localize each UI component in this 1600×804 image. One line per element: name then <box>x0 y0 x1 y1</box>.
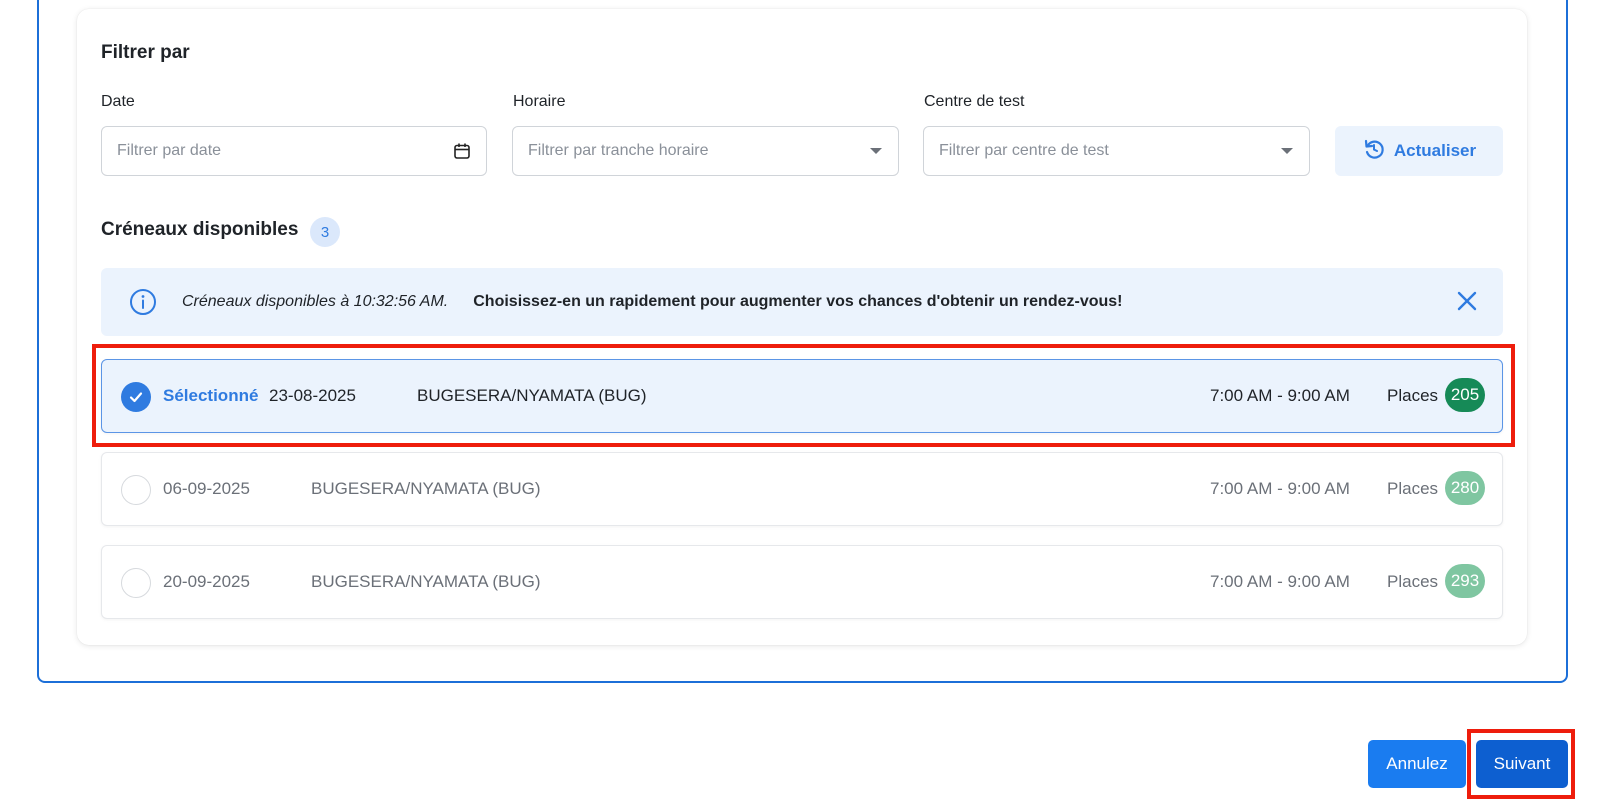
time-filter-label: Horaire <box>513 93 566 110</box>
slot-time: 7:00 AM - 9:00 AM <box>1210 572 1350 591</box>
slot-center: BUGESERA/NYAMATA (BUG) <box>417 386 647 405</box>
places-badge: 280 <box>1445 471 1485 505</box>
places-badge: 205 <box>1445 378 1485 412</box>
calendar-icon[interactable] <box>453 142 471 160</box>
places-label: Places <box>1387 479 1439 498</box>
slot-time: 7:00 AM - 9:00 AM <box>1210 479 1350 498</box>
refresh-button[interactable]: Actualiser <box>1335 126 1503 176</box>
filter-title: Filtrer par <box>101 42 190 63</box>
slot-date: 23-08-2025 <box>269 386 356 405</box>
radio-button[interactable] <box>121 568 151 598</box>
center-filter-select[interactable]: Filtrer par centre de test <box>923 126 1310 176</box>
radio-button[interactable] <box>121 475 151 505</box>
slots-title: Créneaux disponibles <box>101 219 299 240</box>
refresh-icon <box>1362 137 1386 166</box>
places-label: Places <box>1387 572 1439 591</box>
slot-row[interactable]: Sélectionné 23-08-2025 BUGESERA/NYAMATA … <box>101 359 1503 433</box>
info-timestamp-text: Créneaux disponibles à 10:32:56 AM. <box>182 293 449 310</box>
slot-date: 06-09-2025 <box>163 479 250 498</box>
info-hint-text: Choisissez-en un rapidement pour augment… <box>473 293 1123 310</box>
check-icon[interactable] <box>121 382 151 412</box>
date-filter-label: Date <box>101 93 135 110</box>
time-filter-select[interactable]: Filtrer par tranche horaire <box>512 126 899 176</box>
slots-count-badge: 3 <box>310 217 340 247</box>
next-button[interactable]: Suivant <box>1476 740 1568 788</box>
slot-row[interactable]: 06-09-2025 BUGESERA/NYAMATA (BUG) 7:00 A… <box>101 452 1503 526</box>
time-filter-placeholder: Filtrer par tranche horaire <box>528 142 709 159</box>
chevron-down-icon <box>1280 147 1294 155</box>
selected-label: Sélectionné <box>163 386 259 405</box>
slot-center: BUGESERA/NYAMATA (BUG) <box>311 479 541 498</box>
info-icon <box>128 287 158 317</box>
center-filter-placeholder: Filtrer par centre de test <box>939 142 1109 159</box>
places-label: Places <box>1387 386 1439 405</box>
places-badge: 293 <box>1445 564 1485 598</box>
slot-row[interactable]: 20-09-2025 BUGESERA/NYAMATA (BUG) 7:00 A… <box>101 545 1503 619</box>
info-banner: Créneaux disponibles à 10:32:56 AM. Choi… <box>101 268 1503 336</box>
chevron-down-icon <box>869 147 883 155</box>
center-filter-label: Centre de test <box>924 93 1025 110</box>
close-icon[interactable] <box>1453 287 1481 315</box>
slot-date: 20-09-2025 <box>163 572 250 591</box>
date-filter-placeholder: Filtrer par date <box>117 142 222 159</box>
slot-center: BUGESERA/NYAMATA (BUG) <box>311 572 541 591</box>
slot-time: 7:00 AM - 9:00 AM <box>1210 386 1350 405</box>
date-filter-input[interactable]: Filtrer par date <box>101 126 487 176</box>
refresh-label: Actualiser <box>1393 141 1477 160</box>
cancel-button[interactable]: Annulez <box>1368 740 1466 788</box>
